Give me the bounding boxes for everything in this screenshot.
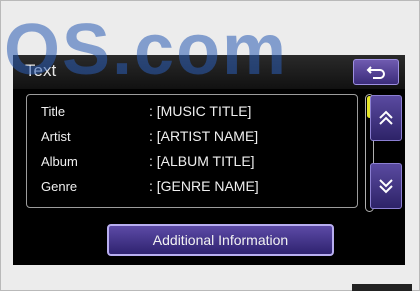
scroll-up-button[interactable] <box>370 95 402 141</box>
row-label: Title <box>41 103 66 119</box>
double-chevron-up-icon <box>379 110 393 125</box>
bottom-edge-bar <box>352 284 412 291</box>
row-label: Genre <box>41 178 78 194</box>
row-label: Album <box>41 153 78 169</box>
return-arrow-icon <box>366 66 385 79</box>
info-row-genre: Genre : [GENRE NAME] <box>41 175 259 197</box>
row-value: : [ALBUM TITLE] <box>149 153 255 169</box>
back-button[interactable] <box>353 59 399 85</box>
display-screen: Text Title : [MUSIC TITLE] Artist : [ART… <box>13 55 405 265</box>
screen-title: Text <box>25 61 57 80</box>
row-value: : [GENRE NAME] <box>149 178 259 194</box>
scroll-down-button[interactable] <box>370 163 402 209</box>
info-row-album: Album : [ALBUM TITLE] <box>41 150 255 172</box>
row-label: Artist <box>41 128 71 144</box>
track-info-panel: Title : [MUSIC TITLE] Artist : [ARTIST N… <box>26 94 358 208</box>
row-value: : [ARTIST NAME] <box>149 128 259 144</box>
title-bar: Text <box>13 55 405 89</box>
row-value: : [MUSIC TITLE] <box>149 103 252 119</box>
info-row-title: Title : [MUSIC TITLE] <box>41 100 251 122</box>
info-row-artist: Artist : [ARTIST NAME] <box>41 125 258 147</box>
double-chevron-down-icon <box>379 179 393 194</box>
additional-information-button[interactable]: Additional Information <box>107 224 334 256</box>
